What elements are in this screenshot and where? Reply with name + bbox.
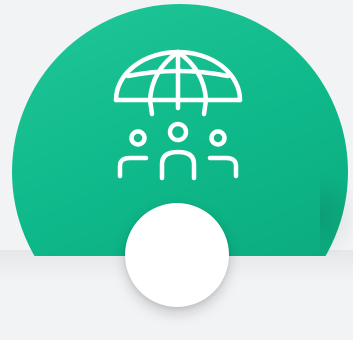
hero-illustration <box>0 0 353 340</box>
circle-action-button[interactable] <box>125 203 229 307</box>
dome-edge-shadow <box>320 170 353 256</box>
globe-community-icon <box>108 48 248 188</box>
